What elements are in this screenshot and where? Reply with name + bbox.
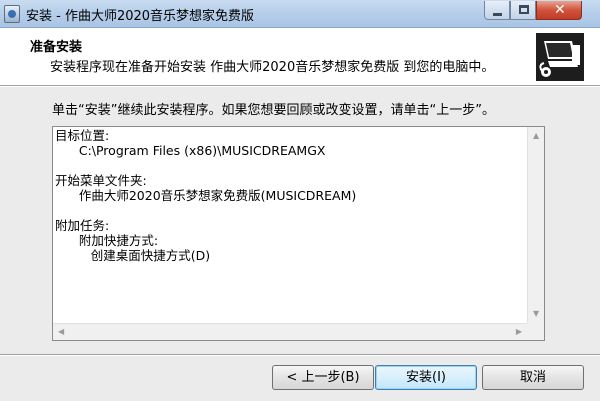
memo-line: C:\Program Files (x86)\MUSICDREAMGX — [55, 143, 326, 158]
page-description: 安装程序现在准备开始安装 作曲大师2020音乐梦想家免费版 到您的电脑中。 — [50, 60, 495, 75]
wizard-footer: < 上一步(B) 安装(I) 取消 — [0, 356, 600, 401]
ready-memo-box[interactable]: 目标位置: C:\Program Files (x86)\MUSICDREAMG… — [52, 126, 545, 341]
computer-setup-icon — [534, 31, 586, 83]
scroll-down-icon[interactable]: ▼ — [533, 310, 539, 318]
vertical-scrollbar[interactable]: ▲ ▼ — [527, 127, 544, 323]
close-button[interactable]: ✕ — [536, 1, 582, 20]
page-title: 准备安装 — [30, 40, 83, 55]
memo-line: 附加任务: — [55, 218, 110, 233]
close-icon: ✕ — [554, 2, 566, 18]
scroll-left-icon[interactable]: ◀ — [58, 328, 64, 336]
memo-text: 目标位置: C:\Program Files (x86)\MUSICDREAMG… — [55, 128, 527, 263]
horizontal-scrollbar[interactable]: ◀ ▶ — [53, 323, 527, 340]
back-button[interactable]: < 上一步(B) — [272, 365, 374, 390]
cancel-button[interactable]: 取消 — [482, 365, 584, 390]
memo-line: 目标位置: — [55, 128, 110, 143]
maximize-icon — [519, 5, 529, 14]
memo-line: 作曲大师2020音乐梦想家免费版(MUSICDREAM) — [55, 188, 357, 203]
memo-line: 创建桌面快捷方式(D) — [55, 248, 211, 263]
title-bar[interactable]: 安装 - 作曲大师2020音乐梦想家免费版 ✕ — [0, 0, 600, 28]
memo-line: 开始菜单文件夹: — [55, 173, 147, 188]
maximize-button[interactable] — [510, 1, 536, 20]
install-button[interactable]: 安装(I) — [375, 365, 477, 390]
wizard-header: 准备安装 安装程序现在准备开始安装 作曲大师2020音乐梦想家免费版 到您的电脑… — [0, 28, 600, 86]
wizard-content: 单击“安装”继续此安装程序。如果您想要回顾或改变设置，请单击“上一步”。 目标位… — [0, 87, 600, 354]
memo-line — [55, 203, 527, 218]
memo-line — [55, 158, 527, 173]
minimize-button[interactable] — [484, 1, 510, 20]
scroll-right-icon[interactable]: ▶ — [516, 328, 522, 336]
scroll-up-icon[interactable]: ▲ — [533, 132, 539, 140]
minimize-icon — [493, 13, 502, 16]
scrollbar-corner — [527, 323, 544, 340]
memo-line: 附加快捷方式: — [55, 233, 159, 248]
instruction-text: 单击“安装”继续此安装程序。如果您想要回顾或改变设置，请单击“上一步”。 — [52, 103, 495, 118]
window-title: 安装 - 作曲大师2020音乐梦想家免费版 — [26, 9, 255, 24]
installer-app-icon — [4, 5, 20, 23]
